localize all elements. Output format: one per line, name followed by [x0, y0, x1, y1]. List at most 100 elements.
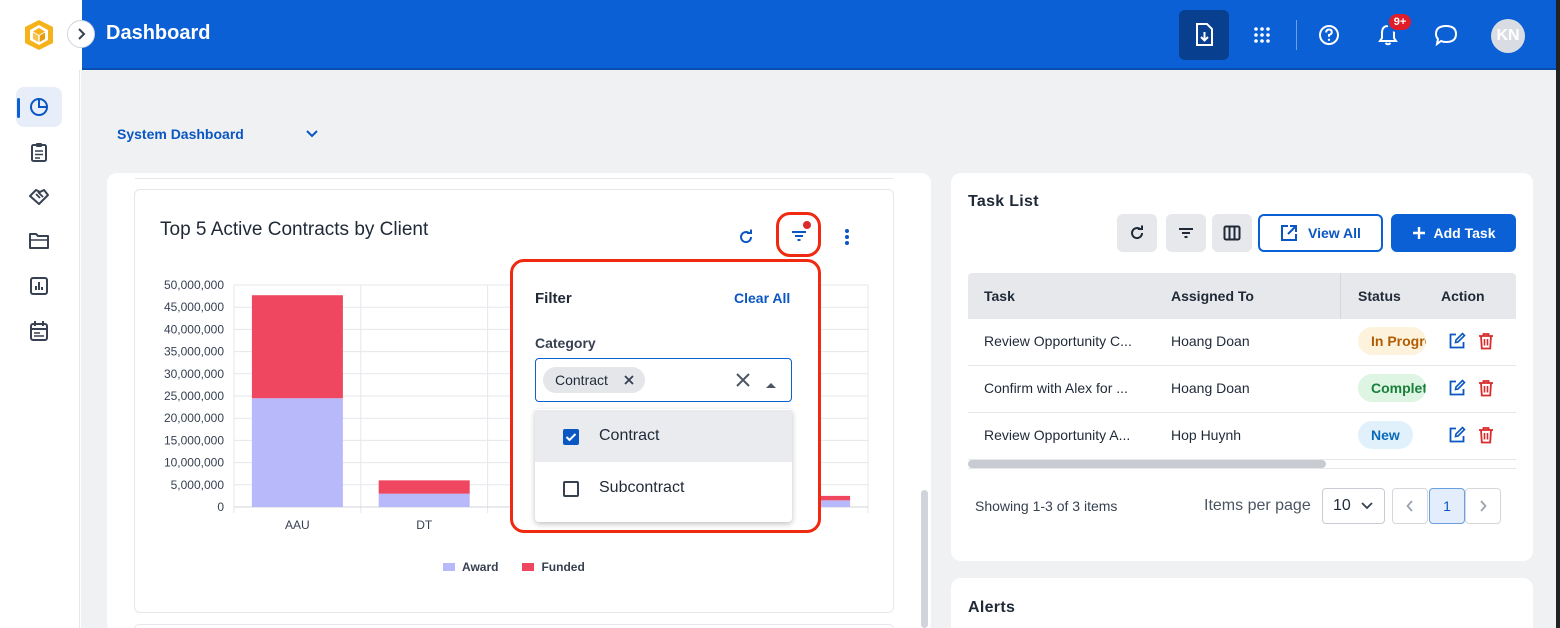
refresh-tasks-button[interactable]: [1117, 214, 1157, 252]
download-report-button[interactable]: [1179, 10, 1229, 60]
y-tick-label: 20,000,000: [164, 411, 224, 425]
bar-award: [251, 398, 343, 507]
edit-task-button[interactable]: [1448, 332, 1466, 350]
vertical-ellipsis-icon: [845, 229, 849, 245]
columns-button[interactable]: [1212, 214, 1252, 252]
y-tick-label: 0: [217, 500, 224, 514]
previous-page-button[interactable]: [1392, 488, 1428, 524]
edit-task-button[interactable]: [1448, 426, 1466, 444]
assigned-to: Hop Huynh: [1171, 427, 1242, 443]
handshake-icon: [29, 189, 49, 205]
assigned-to: Hoang Doan: [1171, 380, 1250, 396]
dashboard-selector[interactable]: System Dashboard: [117, 126, 318, 142]
task-name[interactable]: Confirm with Alex for ...: [984, 380, 1128, 396]
sidebar-item-calendar[interactable]: [16, 311, 62, 351]
legend-swatch-funded: [522, 563, 535, 571]
clear-all-link[interactable]: Clear All: [734, 290, 790, 306]
checkmark-icon: [565, 433, 577, 442]
close-icon: [624, 375, 634, 385]
sidebar-expand-button[interactable]: [67, 20, 95, 48]
plus-icon: [1412, 227, 1425, 239]
view-all-button[interactable]: View All: [1258, 214, 1383, 252]
legend-item-award[interactable]: Award: [443, 560, 498, 574]
chevron-left-icon: [1406, 500, 1413, 512]
sidebar-item-dashboard[interactable]: [16, 87, 62, 127]
dropdown-toggle[interactable]: [765, 376, 777, 388]
next-page-button[interactable]: [1465, 488, 1501, 524]
apps-grid-icon: [1254, 27, 1270, 43]
apps-grid-button[interactable]: [1241, 10, 1283, 60]
caret-up-icon: [766, 383, 776, 388]
filter-lines-icon: [791, 230, 806, 241]
alerts-title: Alerts: [968, 599, 1016, 616]
calendar-icon: [30, 321, 48, 341]
status-text: New: [1371, 427, 1400, 443]
column-header-assigned-to[interactable]: Assigned To: [1171, 288, 1254, 304]
columns-icon: [1223, 225, 1241, 241]
legend-label-funded: Funded: [541, 560, 585, 574]
assigned-to: Hoang Doan: [1171, 333, 1250, 349]
option-label: Contract: [599, 427, 660, 444]
toolbar-divider: [1296, 20, 1297, 50]
column-header-status[interactable]: Status: [1358, 288, 1401, 304]
user-avatar[interactable]: KN: [1491, 19, 1525, 53]
folder-icon: [29, 233, 49, 249]
external-link-icon: [1281, 225, 1298, 241]
sidebar-item-tasks[interactable]: [16, 132, 62, 172]
status-badge: Completed: [1358, 374, 1426, 402]
file-download-icon: [1196, 23, 1213, 46]
chat-button[interactable]: [1425, 10, 1467, 60]
bar-report-icon: [30, 277, 48, 295]
option-label: Subcontract: [599, 479, 685, 496]
table-horizontal-scrollbar[interactable]: [968, 460, 1326, 468]
items-per-page-select[interactable]: 10: [1322, 488, 1385, 524]
refresh-icon: [1131, 225, 1144, 240]
bar-award: [378, 493, 470, 507]
chart-more-options-button[interactable]: [836, 225, 858, 249]
status-text: In Progress: [1371, 333, 1426, 349]
refresh-chart-button[interactable]: [734, 225, 758, 249]
add-task-button[interactable]: Add Task: [1391, 214, 1516, 252]
filter-tasks-button[interactable]: [1166, 214, 1206, 252]
task-name[interactable]: Review Opportunity A...: [984, 427, 1130, 443]
active-filter-dot: [803, 221, 811, 229]
trash-icon: [1479, 427, 1493, 444]
filter-lines-icon: [1179, 228, 1193, 238]
close-icon: [736, 373, 750, 387]
legend-item-funded[interactable]: Funded: [522, 560, 585, 574]
clear-selection-button[interactable]: [735, 372, 751, 388]
column-separator: [1340, 273, 1341, 319]
view-all-label: View All: [1308, 225, 1361, 241]
page-title: Dashboard: [106, 22, 211, 44]
chart-filter-button[interactable]: [776, 212, 821, 257]
column-header-task[interactable]: Task: [984, 288, 1015, 304]
panel-scrollbar[interactable]: [921, 490, 928, 628]
edit-icon: [1449, 332, 1466, 349]
sidebar-item-deals[interactable]: [16, 177, 62, 217]
trash-icon: [1479, 333, 1493, 350]
x-tick-label: DT: [416, 518, 433, 532]
delete-task-button[interactable]: [1478, 332, 1494, 350]
chat-bubble-icon: [1434, 24, 1458, 46]
edit-task-button[interactable]: [1448, 379, 1466, 397]
delete-task-button[interactable]: [1478, 379, 1494, 397]
option-subcontract-checkbox[interactable]: [563, 481, 579, 497]
sidebar-item-documents[interactable]: [16, 221, 62, 261]
edit-icon: [1449, 426, 1466, 443]
sidebar-item-reports[interactable]: [16, 266, 62, 306]
chevron-right-icon: [1480, 500, 1487, 512]
app-logo[interactable]: [22, 18, 56, 52]
option-contract-checkbox[interactable]: [563, 429, 579, 445]
y-tick-label: 25,000,000: [164, 389, 224, 403]
y-tick-label: 15,000,000: [164, 433, 224, 447]
help-button[interactable]: [1308, 10, 1350, 60]
items-per-page-label: Items per page: [1204, 497, 1311, 514]
edit-icon: [1449, 379, 1466, 396]
chevron-right-icon: [78, 28, 86, 40]
task-name[interactable]: Review Opportunity C...: [984, 333, 1132, 349]
table-scroll-track: [968, 468, 1516, 469]
alerts-card: [951, 578, 1533, 628]
page-number-button[interactable]: 1: [1429, 488, 1465, 524]
remove-chip-button[interactable]: [622, 373, 636, 387]
delete-task-button[interactable]: [1478, 426, 1494, 444]
